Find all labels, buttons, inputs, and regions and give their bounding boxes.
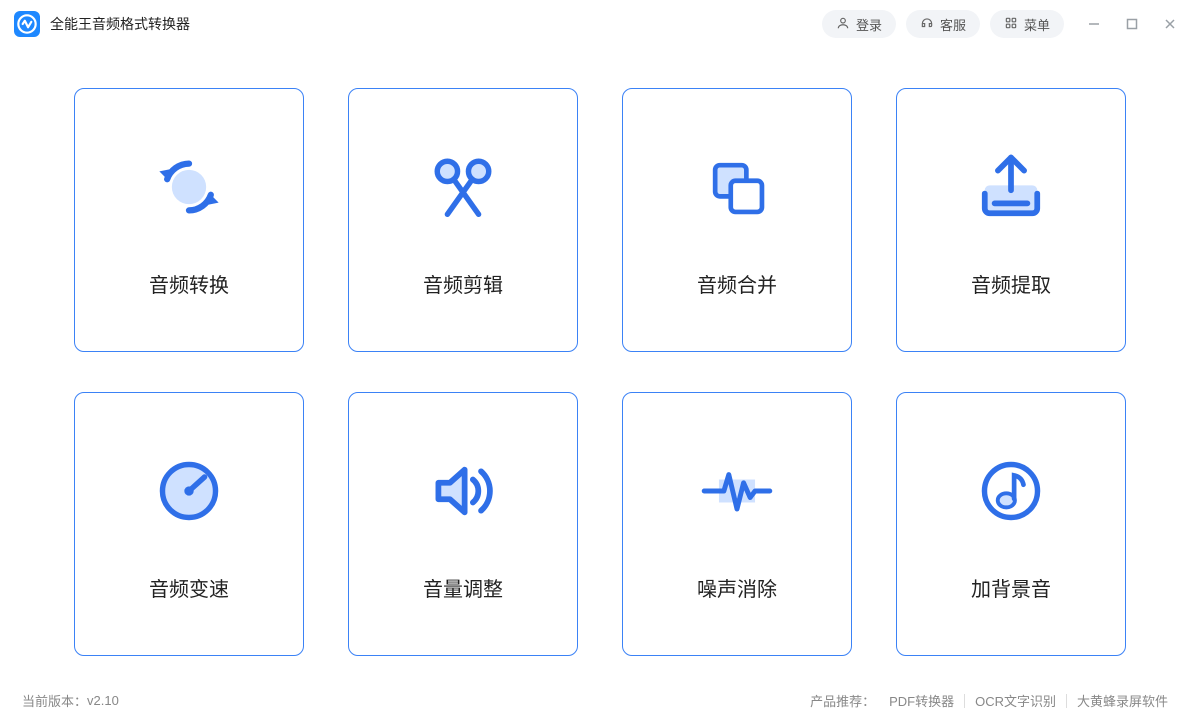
version-label: 当前版本： — [22, 691, 87, 710]
feature-card-extract[interactable]: 音频提取 — [896, 88, 1126, 352]
speedometer-icon — [145, 447, 233, 535]
feature-label: 音频合并 — [697, 269, 777, 298]
feature-label: 音量调整 — [423, 573, 503, 602]
feature-label: 音频转换 — [149, 269, 229, 298]
footer-link-recorder[interactable]: 大黄蜂录屏软件 — [1067, 691, 1178, 710]
main-content: 音频转换 音频剪辑 — [0, 48, 1200, 680]
minimize-button[interactable] — [1076, 6, 1112, 42]
titlebar: 全能王音频格式转换器 登录 客服 菜单 — [0, 0, 1200, 48]
headset-icon — [920, 16, 934, 33]
support-label: 客服 — [940, 15, 966, 34]
extract-icon — [967, 143, 1055, 231]
feature-card-convert[interactable]: 音频转换 — [74, 88, 304, 352]
feature-label: 加背景音 — [971, 573, 1051, 602]
app-window: 全能王音频格式转换器 登录 客服 菜单 — [0, 0, 1200, 720]
music-note-icon — [967, 447, 1055, 535]
version-value: v2.10 — [87, 693, 119, 708]
grid-icon — [1004, 16, 1018, 33]
feature-card-speed[interactable]: 音频变速 — [74, 392, 304, 656]
app-logo-icon — [14, 11, 40, 37]
feature-card-denoise[interactable]: 噪声消除 — [622, 392, 852, 656]
feature-card-trim[interactable]: 音频剪辑 — [348, 88, 578, 352]
close-button[interactable] — [1152, 6, 1188, 42]
feature-card-volume[interactable]: 音量调整 — [348, 392, 578, 656]
footer-link-ocr[interactable]: OCR文字识别 — [965, 691, 1066, 710]
volume-icon — [419, 447, 507, 535]
denoise-icon — [693, 447, 781, 535]
footer-link-pdf[interactable]: PDF转换器 — [879, 691, 964, 710]
scissors-icon — [419, 143, 507, 231]
feature-grid: 音频转换 音频剪辑 — [74, 88, 1126, 656]
menu-label: 菜单 — [1024, 15, 1050, 34]
feature-card-merge[interactable]: 音频合并 — [622, 88, 852, 352]
footer: 当前版本：v2.10 产品推荐： PDF转换器 OCR文字识别 大黄蜂录屏软件 — [0, 680, 1200, 720]
convert-icon — [145, 143, 233, 231]
support-button[interactable]: 客服 — [906, 10, 980, 38]
app-title: 全能王音频格式转换器 — [50, 14, 190, 34]
feature-label: 音频变速 — [149, 573, 229, 602]
feature-label: 音频提取 — [971, 269, 1051, 298]
feature-label: 音频剪辑 — [423, 269, 503, 298]
maximize-button[interactable] — [1114, 6, 1150, 42]
login-label: 登录 — [856, 15, 882, 34]
merge-icon — [693, 143, 781, 231]
menu-button[interactable]: 菜单 — [990, 10, 1064, 38]
reco-label: 产品推荐： — [810, 691, 879, 710]
feature-card-bgm[interactable]: 加背景音 — [896, 392, 1126, 656]
user-icon — [836, 16, 850, 33]
login-button[interactable]: 登录 — [822, 10, 896, 38]
feature-label: 噪声消除 — [697, 573, 777, 602]
